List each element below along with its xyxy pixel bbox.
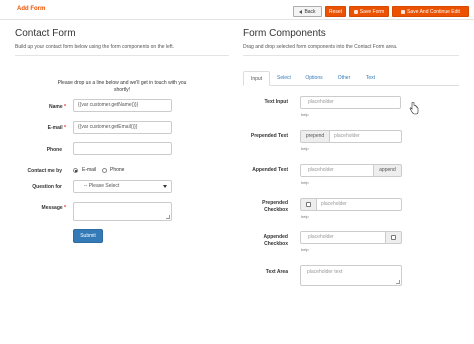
radio-email[interactable] [73,168,78,173]
text-input-label: Text Input [264,99,288,105]
name-input[interactable]: {{var customer.getName()}} [73,99,172,112]
prepended-checkbox-label-line2: Checkbox [264,207,288,213]
tab-text[interactable]: Text [358,71,383,86]
prepended-text-field[interactable]: placeholder [329,130,402,143]
prepended-checkbox-field[interactable]: placeholder [316,198,402,211]
text-input-field[interactable]: placeholder [300,96,401,109]
message-label: Message * [20,205,66,211]
prepend-checkbox-addon [300,198,317,211]
appended-checkbox-field[interactable]: placeholder [300,231,386,244]
reset-button[interactable]: Reset [325,6,346,17]
tab-other[interactable]: Other [331,71,357,86]
prepended-checkbox-placeholder: placeholder [321,201,347,207]
text-input-help: help [301,112,309,117]
tab-options[interactable]: Options [298,71,330,86]
text-area-resize-grip-icon[interactable] [396,280,400,284]
prepend-checkbox[interactable] [306,202,311,207]
text-area-label: Text Area [265,269,288,275]
back-arrow-icon [299,9,303,14]
save-continue-icon [401,9,406,14]
prepended-checkbox-label: Prepended Checkbox [236,200,288,214]
tab-input[interactable]: Input [243,71,270,86]
prepended-text-help: help [301,146,309,151]
radio-email-label: E-mail [82,167,97,173]
contact-form-title: Contact Form [15,28,76,39]
back-button-label: Back [304,9,316,15]
question-for-select[interactable]: -- Please Select [73,180,172,193]
radio-phone[interactable] [102,168,107,173]
phone-input[interactable] [73,142,172,155]
name-label: Name * [20,104,66,110]
text-input-placeholder: placeholder [308,99,334,105]
message-textarea[interactable] [73,202,172,221]
appended-text-help: help [301,180,309,185]
appended-text-placeholder: placeholder [308,167,334,173]
prepend-addon: prepend [300,130,330,143]
save-and-continue-button[interactable]: Save And Continue Edit [392,6,469,17]
append-checkbox-addon [385,231,402,244]
question-for-label: Question for [32,184,62,190]
contact-me-by-label: Contact me by [27,168,62,174]
appended-checkbox-label: Appended Checkbox [236,234,288,248]
form-components-subtitle: Drag and drop selected form components i… [243,44,398,50]
prepended-text-placeholder: placeholder [334,133,360,139]
tab-select[interactable]: Select [271,71,297,86]
form-components-divider [243,55,459,56]
appended-text-label: Appended Text [252,167,288,173]
prepended-checkbox-help: help [301,214,309,219]
back-button[interactable]: Back [293,6,322,17]
top-toolbar: Add Form Back Reset Save Form Save And C… [0,0,474,20]
appended-checkbox-placeholder: placeholder [308,234,334,240]
hand-cursor-icon [409,102,419,115]
radio-phone-label: Phone [110,167,125,173]
save-form-button[interactable]: Save Form [349,6,389,17]
save-form-label: Save Form [359,9,385,15]
appended-checkbox-help: help [301,247,309,252]
submit-button[interactable]: Submit [73,229,103,243]
contact-form-subtitle: Build up your contact form below using t… [15,44,174,50]
appended-checkbox-label-line2: Checkbox [264,241,288,247]
message-required-mark: * [64,205,66,211]
append-checkbox[interactable] [391,235,396,240]
form-components-title: Form Components [243,28,326,39]
appended-checkbox-label-line1: Appended [263,234,288,240]
name-required-mark: * [64,104,66,110]
message-label-text: Message [41,205,63,211]
contact-form-divider [15,55,229,56]
prepended-checkbox-label-line1: Prepended [262,200,288,206]
save-continue-label: Save And Continue Edit [407,9,460,15]
email-label-text: E-mail [47,125,63,131]
append-addon: append [373,164,402,177]
email-input[interactable]: {{var customer.getEmail()}} [73,121,172,134]
text-area-field[interactable]: placeholder text [300,265,402,286]
text-area-placeholder: placeholder text [307,269,343,275]
chevron-down-icon [163,185,167,188]
save-icon [353,9,358,14]
name-label-text: Name [49,104,63,110]
resize-grip-icon[interactable] [166,215,170,219]
contact-form-intro: Please drop us a line below and we'll ge… [57,80,187,93]
question-for-selected: -- Please Select [84,183,120,189]
appended-text-field[interactable]: placeholder [300,164,374,177]
page-title: Add Form [17,6,46,12]
component-tabs: Input Select Options Other Text [243,71,459,86]
prepended-text-label: Prepended Text [250,133,288,139]
email-required-mark: * [64,125,66,131]
phone-label: Phone [46,147,62,153]
email-label: E-mail * [20,125,66,131]
